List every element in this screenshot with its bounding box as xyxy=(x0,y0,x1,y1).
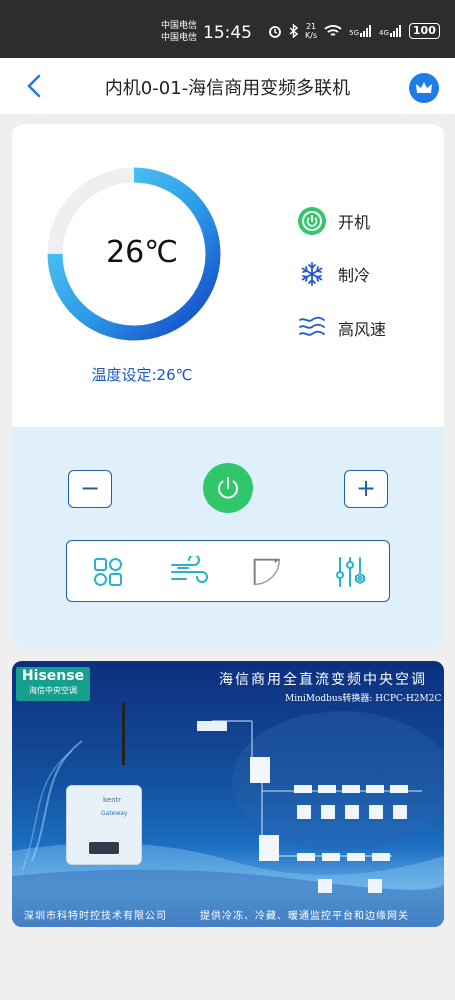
signal-bars-icon xyxy=(360,25,371,37)
function-bar xyxy=(66,540,390,602)
mode-status-label: 制冷 xyxy=(338,266,371,285)
banner-slogan: 提供冷冻、冷藏、暖通监控平台和边缘网关 xyxy=(200,911,409,922)
power-status-icon xyxy=(298,207,326,235)
antenna-image xyxy=(122,703,125,765)
fan-button[interactable] xyxy=(170,555,210,589)
status-icons: 21 K/s 5G 4G 100 xyxy=(268,22,440,40)
battery-indicator: 100 xyxy=(408,23,440,39)
device-label: Gateway xyxy=(101,810,128,817)
net-speed-value: 21 xyxy=(305,22,317,31)
signal-5g-label: 5G xyxy=(349,29,359,37)
control-panel xyxy=(12,427,444,648)
fan-status-label: 高风速 xyxy=(338,320,387,339)
net-speed-unit: K/s xyxy=(305,31,318,40)
sliders-settings-icon xyxy=(336,557,365,587)
swing-button[interactable] xyxy=(249,555,283,589)
power-icon xyxy=(218,477,238,499)
carrier-2: 中国电信 xyxy=(161,33,198,43)
carrier-labels: 中国电信 中国电信 xyxy=(161,20,197,44)
brand-name: Hisense xyxy=(21,668,85,684)
swing-icon xyxy=(253,558,281,586)
alarm-icon xyxy=(269,26,281,38)
decrease-temp-button[interactable]: − xyxy=(68,470,112,508)
snowflake-icon xyxy=(298,260,326,288)
ac-control-card: 26℃ 温度设定:26℃ 开机 制冷 高风速 − + xyxy=(12,124,444,648)
status-mode: 制冷 xyxy=(298,260,370,288)
bluetooth-icon xyxy=(289,24,298,38)
back-icon[interactable] xyxy=(22,72,48,100)
banner-title: 海信商用全直流变频中央空调 xyxy=(219,672,427,688)
status-fan: 高风速 xyxy=(298,314,386,342)
wifi-icon xyxy=(324,24,342,36)
wind-icon xyxy=(171,556,208,583)
net-speed: 21 K/s xyxy=(305,22,317,40)
nav-bar: 内机0-01-海信商用变频多联机 xyxy=(0,58,455,114)
wind-speed-icon xyxy=(298,314,326,342)
banner-subtitle: MiniModbus转换器: HCPC-H2M2C xyxy=(285,694,442,704)
settings-button[interactable] xyxy=(333,555,367,589)
power-button[interactable] xyxy=(203,463,253,513)
grid-mode-icon xyxy=(94,558,122,586)
status-power: 开机 xyxy=(298,207,370,235)
current-temperature: 26℃ xyxy=(106,235,178,270)
banner-company: 深圳市科特时控技术有限公司 xyxy=(24,911,167,922)
serial-port-image xyxy=(89,842,119,854)
signal-bars-icon xyxy=(389,25,401,37)
device-brand: kentr xyxy=(103,796,122,804)
signal-5g: 5G xyxy=(349,25,372,37)
mode-button[interactable] xyxy=(91,555,125,589)
crown-icon[interactable] xyxy=(409,73,439,103)
power-status-label: 开机 xyxy=(338,213,371,232)
signal-4g: 4G xyxy=(379,25,402,37)
page-title: 内机0-01-海信商用变频多联机 xyxy=(104,78,351,99)
clock: 15:45 xyxy=(203,23,252,43)
hisense-logo: Hisense 海信中央空调 xyxy=(16,667,90,701)
brand-subtitle: 海信中央空调 xyxy=(29,686,77,695)
gateway-device-image: kentr Gateway xyxy=(66,785,142,865)
status-bar: 中国电信 中国电信 15:45 21 K/s 5G 4G 100 xyxy=(0,0,455,58)
setpoint-label: 温度设定:26℃ xyxy=(91,366,193,384)
carrier-1: 中国电信 xyxy=(161,21,198,31)
signal-4g-label: 4G xyxy=(379,29,389,37)
increase-temp-button[interactable]: + xyxy=(344,470,388,508)
promo-banner[interactable]: Hisense 海信中央空调 海信商用全直流变频中央空调 MiniModbus转… xyxy=(12,661,444,927)
